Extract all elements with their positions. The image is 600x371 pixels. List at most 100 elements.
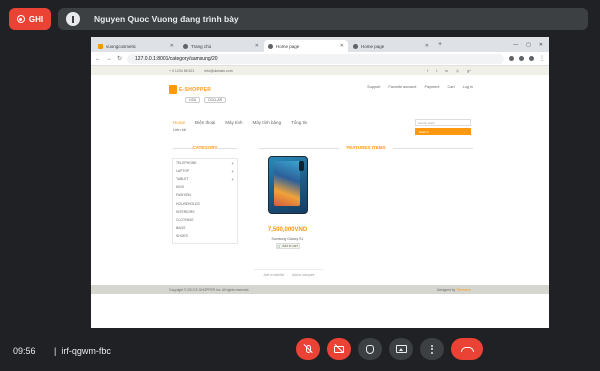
maximize-icon[interactable]: ▢ <box>526 42 531 48</box>
dribbble-icon[interactable]: ◎ <box>456 69 459 73</box>
country-dropdown[interactable]: USA <box>185 97 201 103</box>
add-to-cart-button[interactable]: 🛒 Add to cart <box>275 243 300 249</box>
browser-tab[interactable]: Trang chủ ✕ <box>179 40 263 52</box>
url-input[interactable]: 127.0.0.1:8001/category/samsung/20 <box>127 53 504 64</box>
present-icon <box>395 345 407 353</box>
site-footer: Copyright © 2013 E-SHOPPER Inc. All righ… <box>91 285 549 294</box>
extension-icon[interactable] <box>509 56 514 61</box>
currency-dropdown[interactable]: DOLLAR <box>204 97 227 103</box>
site-header: E-SHOPPER USA DOLLAR Support Favorite ac… <box>91 75 549 113</box>
menu-item-phones[interactable]: Điện thoại <box>195 120 215 125</box>
twitter-icon[interactable]: t <box>436 69 437 73</box>
plus-icon[interactable]: + <box>231 169 234 174</box>
record-button[interactable]: GHI <box>9 8 51 30</box>
category-label: LAPTOP <box>176 169 190 174</box>
category-item[interactable]: SHOES <box>173 232 237 240</box>
leave-call-button[interactable] <box>451 338 483 360</box>
locale-dropdowns: USA DOLLAR <box>185 97 227 103</box>
category-label: SHOES <box>176 233 188 238</box>
camera-toggle-button[interactable] <box>327 338 351 360</box>
main-menu: Home Điện thoại Máy tính Máy tính bảng T… <box>173 120 307 125</box>
mic-toggle-button[interactable] <box>296 338 320 360</box>
site-nav: Home Điện thoại Máy tính Máy tính bảng T… <box>91 113 549 139</box>
forward-icon[interactable]: → <box>106 56 112 62</box>
account-menu: Support Favorite account Payment Cart Lo… <box>367 85 473 89</box>
search-input[interactable]: search word <box>415 119 471 126</box>
linkedin-icon[interactable]: in <box>445 69 448 73</box>
payment-link[interactable]: Payment <box>424 85 439 89</box>
record-label: GHI <box>28 14 44 24</box>
close-icon[interactable]: ✕ <box>425 43 429 49</box>
category-item[interactable]: INTERIORS <box>173 208 237 216</box>
plus-icon[interactable]: + <box>231 177 234 182</box>
address-bar: ← → ↻ 127.0.0.1:8001/category/samsung/20… <box>91 52 549 66</box>
login-link[interactable]: Log in <box>463 85 473 89</box>
minimize-icon[interactable]: — <box>513 42 518 48</box>
category-label: INTERIORS <box>176 209 195 214</box>
window-controls: — ▢ ✕ <box>513 42 549 48</box>
reload-icon[interactable]: ↻ <box>117 55 122 62</box>
call-controls <box>296 338 483 360</box>
menu-icon[interactable]: ⋮ <box>539 55 545 62</box>
cart-link[interactable]: Cart <box>447 85 454 89</box>
favicon-icon <box>98 43 103 49</box>
social-links: f t in ◎ g+ <box>427 69 471 73</box>
email-text: info@domain.com <box>204 68 233 73</box>
category-item[interactable]: TELEPHONE + <box>173 159 237 167</box>
wishlist-link[interactable]: Add to wishlist <box>264 273 284 277</box>
favicon-icon <box>268 43 273 49</box>
search-button[interactable]: Search <box>415 128 471 135</box>
menu-item-tablets[interactable]: Máy tính bảng <box>253 120 282 125</box>
favicon-icon <box>353 43 358 49</box>
category-item[interactable]: KIDS <box>173 183 237 191</box>
more-options-button[interactable] <box>420 338 444 360</box>
compare-link[interactable]: Add to compare <box>292 273 315 277</box>
support-link[interactable]: Support <box>367 85 380 89</box>
category-item[interactable]: CLOTHING <box>173 216 237 224</box>
product-image[interactable] <box>267 156 308 214</box>
tab-label: Trang chủ <box>191 43 212 49</box>
present-button[interactable] <box>389 338 413 360</box>
close-icon[interactable]: ✕ <box>255 43 259 49</box>
site-logo[interactable]: E-SHOPPER <box>169 85 211 94</box>
favorite-link[interactable]: Favorite account <box>388 85 416 89</box>
close-icon[interactable]: ✕ <box>340 43 344 49</box>
browser-tab[interactable]: vuongcosmetic ✕ <box>94 40 178 52</box>
google-plus-icon[interactable]: g+ <box>467 69 471 73</box>
category-list: TELEPHONE + LAPTOP + TABLET + KIDS FASHION … <box>172 158 238 244</box>
facebook-icon[interactable]: f <box>427 69 428 73</box>
info-icon <box>66 12 80 26</box>
browser-tab-active[interactable]: Home page ✕ <box>264 40 348 52</box>
product-price: 7,500,000VND <box>267 227 308 233</box>
close-icon[interactable]: ✕ <box>170 43 174 49</box>
menu-item-home[interactable]: Home <box>173 120 185 125</box>
menu-item-computers[interactable]: Máy tính <box>225 120 242 125</box>
record-icon <box>16 15 25 23</box>
profile-icon[interactable] <box>529 56 534 61</box>
logo-text: E-SHOPPER <box>179 86 212 93</box>
menu-item-contact[interactable]: Liên hệ <box>173 127 186 132</box>
close-window-icon[interactable]: ✕ <box>539 42 543 48</box>
site-topbar: + 0 1234 56 821 info@domain.com f t in ◎… <box>91 66 549 75</box>
category-label: TELEPHONE <box>176 161 197 166</box>
category-label: BAGS <box>176 225 186 230</box>
product-actions: Add to wishlist Add to compare <box>254 269 324 277</box>
presenting-banner: Nguyen Quoc Vuong đang trình bày <box>58 8 588 30</box>
category-label: CLOTHING <box>176 217 194 222</box>
category-item[interactable]: HOUSEHOLDS <box>173 199 237 207</box>
back-icon[interactable]: ← <box>95 56 101 62</box>
category-item[interactable]: TABLET + <box>173 175 237 183</box>
category-label: TABLET <box>176 177 189 182</box>
browser-tab[interactable]: Home page ✕ <box>349 40 433 52</box>
menu-item-news[interactable]: Tổng tin <box>291 120 307 125</box>
category-label: HOUSEHOLDS <box>176 201 200 206</box>
raise-hand-button[interactable] <box>358 338 382 360</box>
category-item[interactable]: BAGS <box>173 224 237 232</box>
camera-icon <box>298 161 304 171</box>
category-item[interactable]: LAPTOP + <box>173 167 237 175</box>
category-item[interactable]: FASHION <box>173 191 237 199</box>
themeum-link[interactable]: Themeum <box>456 288 471 292</box>
extension-icon[interactable] <box>519 56 524 61</box>
plus-icon[interactable]: + <box>231 161 234 166</box>
new-tab-icon[interactable]: + <box>434 41 446 48</box>
